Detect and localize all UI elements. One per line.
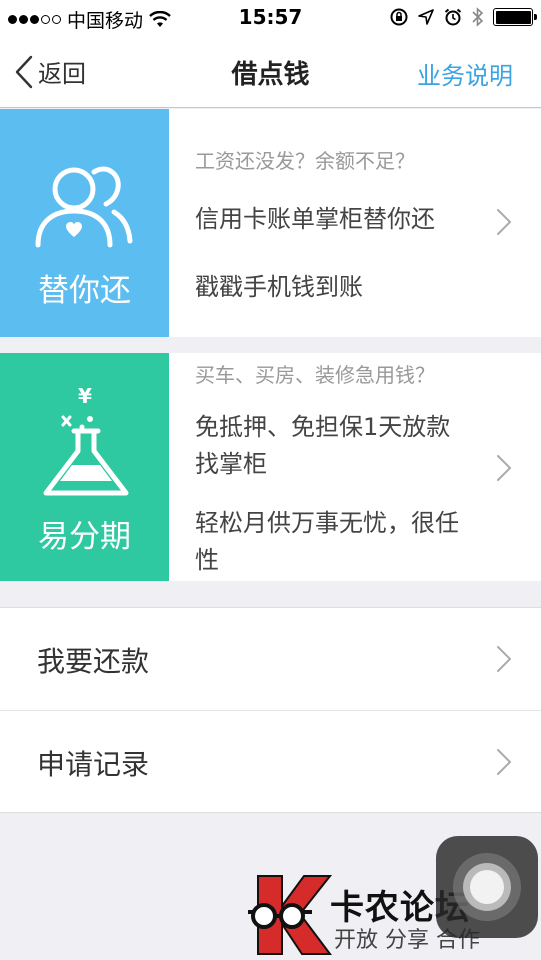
repay-for-you-label: 替你还 — [38, 273, 131, 309]
list-item-label: 申请记录 — [37, 748, 150, 781]
chevron-right-icon — [497, 749, 511, 775]
bluetooth-icon — [472, 7, 484, 27]
forum-logo-icon — [248, 875, 332, 955]
repay-for-you-tile[interactable]: 替你还 — [0, 109, 169, 337]
card-question: 工资还没发？余额不足？ — [195, 149, 415, 173]
alarm-icon — [444, 8, 462, 26]
chevron-right-icon — [497, 209, 511, 235]
application-records-row[interactable]: 申请记录 — [0, 710, 541, 812]
status-right — [389, 6, 537, 28]
list-item-label: 我要还款 — [37, 645, 150, 678]
card-line: 戳戳手机钱到账 — [195, 273, 363, 301]
assistive-touch-button[interactable] — [436, 836, 538, 938]
card-line: 轻松月供万事无忧，很任 — [195, 509, 459, 537]
location-icon — [418, 9, 434, 25]
easy-installment-card[interactable]: ¥ 易分期 买车、买房、装修急用钱？ 免抵押、免担保1天放款 找掌柜 轻松月供万… — [0, 353, 541, 581]
business-description-button[interactable]: 业务说明 — [417, 56, 513, 91]
repay-loan-row[interactable]: 我要还款 — [0, 608, 541, 710]
flask-yen-icon: ¥ — [0, 381, 169, 501]
chevron-left-icon — [15, 55, 33, 88]
action-list: 我要还款 申请记录 — [0, 607, 541, 813]
repay-for-you-details: 工资还没发？余额不足？ 信用卡账单掌柜替你还 戳戳手机钱到账 — [195, 109, 491, 337]
card-line: 信用卡账单掌柜替你还 — [195, 205, 435, 233]
repay-for-you-card[interactable]: 替你还 工资还没发？余额不足？ 信用卡账单掌柜替你还 戳戳手机钱到账 — [0, 109, 541, 337]
chevron-right-icon — [497, 646, 511, 672]
battery-icon — [493, 8, 537, 26]
card-line: 找掌柜 — [195, 450, 267, 478]
orientation-lock-icon — [390, 8, 408, 26]
back-label: 返回 — [38, 60, 86, 88]
status-bar: 中国移动 15:57 — [0, 0, 541, 36]
easy-installment-details: 买车、买房、装修急用钱？ 免抵押、免担保1天放款 找掌柜 轻松月供万事无忧，很任… — [195, 353, 491, 581]
card-question: 买车、买房、装修急用钱？ — [195, 363, 435, 387]
navigation-bar: 返回 借点钱 业务说明 — [0, 36, 541, 108]
back-button[interactable]: 返回 — [14, 54, 86, 89]
card-line: 免抵押、免担保1天放款 — [195, 413, 451, 441]
easy-installment-tile[interactable]: ¥ 易分期 — [0, 353, 169, 581]
easy-installment-label: 易分期 — [38, 519, 131, 555]
svg-text:¥: ¥ — [78, 384, 92, 408]
card-line: 性 — [195, 546, 219, 574]
chevron-right-icon — [497, 455, 511, 481]
people-heart-icon — [0, 155, 169, 255]
